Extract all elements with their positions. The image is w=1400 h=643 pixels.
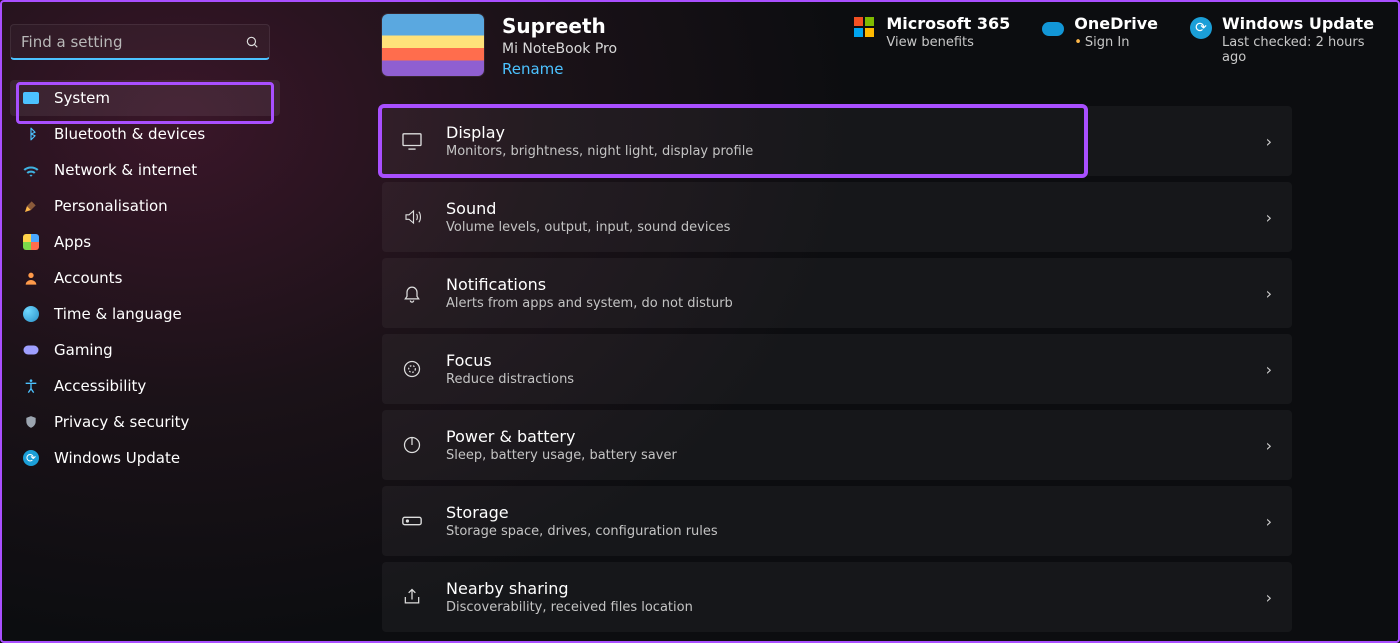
rename-link[interactable]: Rename	[502, 60, 617, 78]
share-icon	[400, 587, 424, 607]
microsoft-365-card[interactable]: Microsoft 365 View benefits	[854, 14, 1024, 78]
row-sub: Sleep, battery usage, battery saver	[446, 448, 677, 463]
sound-icon	[400, 208, 424, 226]
chevron-right-icon: ›	[1266, 132, 1272, 151]
nav-network-internet[interactable]: Network & internet	[10, 152, 280, 188]
card-title: Microsoft 365	[886, 14, 1010, 33]
network-icon	[22, 161, 40, 179]
chevron-right-icon: ›	[1266, 208, 1272, 227]
row-title: Sound	[446, 199, 730, 218]
row-title: Nearby sharing	[446, 579, 693, 598]
nav-time-language[interactable]: Time & language	[10, 296, 280, 332]
row-sub: Reduce distractions	[446, 372, 574, 387]
focus-icon	[400, 359, 424, 379]
nav-label: Gaming	[54, 341, 113, 359]
accessibility-icon	[22, 377, 40, 395]
nav-label: Accounts	[54, 269, 122, 287]
sidebar: System Bluetooth & devices Network & int…	[10, 24, 280, 476]
chevron-right-icon: ›	[1266, 588, 1272, 607]
chevron-right-icon: ›	[1266, 512, 1272, 531]
row-title: Focus	[446, 351, 574, 370]
device-model: Mi NoteBook Pro	[502, 41, 617, 57]
nav-label: Windows Update	[54, 449, 180, 467]
row-sub: Discoverability, received files location	[446, 600, 693, 615]
time-language-icon	[22, 305, 40, 323]
nav-system[interactable]: System	[10, 80, 280, 116]
personalisation-icon	[22, 197, 40, 215]
nav-label: System	[54, 89, 110, 107]
nav-label: Personalisation	[54, 197, 168, 215]
accounts-icon	[22, 269, 40, 287]
card-sub: •Sign In	[1074, 35, 1158, 50]
nav-accounts[interactable]: Accounts	[10, 260, 280, 296]
nav-label: Time & language	[54, 305, 182, 323]
onedrive-icon	[1042, 17, 1064, 39]
power-icon	[400, 435, 424, 455]
display-icon	[400, 132, 424, 150]
search-box[interactable]	[10, 24, 270, 60]
card-sub: Last checked: 2 hours ago	[1222, 35, 1372, 65]
system-settings-list: Display Monitors, brightness, night light…	[382, 106, 1292, 632]
nav-gaming[interactable]: Gaming	[10, 332, 280, 368]
chevron-right-icon: ›	[1266, 360, 1272, 379]
windows-update-card[interactable]: ⟳ Windows Update Last checked: 2 hours a…	[1190, 14, 1386, 78]
nav-list: System Bluetooth & devices Network & int…	[10, 80, 280, 476]
nav-windows-update[interactable]: ⟳ Windows Update	[10, 440, 280, 476]
device-info: Supreeth Mi NoteBook Pro Rename	[502, 14, 617, 78]
device-thumbnail	[382, 14, 484, 76]
privacy-icon	[22, 413, 40, 431]
gaming-icon	[22, 341, 40, 359]
search-input[interactable]	[21, 33, 241, 51]
row-sub: Volume levels, output, input, sound devi…	[446, 220, 730, 235]
nav-label: Privacy & security	[54, 413, 189, 431]
row-display[interactable]: Display Monitors, brightness, night light…	[382, 106, 1292, 176]
nav-apps[interactable]: Apps	[10, 224, 280, 260]
nav-privacy-security[interactable]: Privacy & security	[10, 404, 280, 440]
row-sound[interactable]: Sound Volume levels, output, input, sound…	[382, 182, 1292, 252]
row-sub: Storage space, drives, configuration rul…	[446, 524, 718, 539]
nav-label: Bluetooth & devices	[54, 125, 205, 143]
row-title: Storage	[446, 503, 718, 522]
nav-label: Network & internet	[54, 161, 197, 179]
card-sub: View benefits	[886, 35, 1010, 50]
nav-accessibility[interactable]: Accessibility	[10, 368, 280, 404]
row-power-battery[interactable]: Power & battery Sleep, battery usage, bat…	[382, 410, 1292, 480]
row-sub: Monitors, brightness, night light, displ…	[446, 144, 753, 159]
notifications-icon	[400, 283, 424, 303]
windows-update-status-icon: ⟳	[1190, 17, 1212, 39]
chevron-right-icon: ›	[1266, 436, 1272, 455]
chevron-right-icon: ›	[1266, 284, 1272, 303]
windows-update-icon: ⟳	[22, 449, 40, 467]
storage-icon	[400, 514, 424, 528]
card-title: Windows Update	[1222, 14, 1372, 33]
row-title: Power & battery	[446, 427, 677, 446]
onedrive-card[interactable]: OneDrive •Sign In	[1042, 14, 1172, 78]
nav-personalisation[interactable]: Personalisation	[10, 188, 280, 224]
row-title: Notifications	[446, 275, 733, 294]
ms365-icon	[854, 17, 876, 39]
row-sub: Alerts from apps and system, do not dist…	[446, 296, 733, 311]
row-title: Display	[446, 123, 753, 142]
header: Supreeth Mi NoteBook Pro Rename Microsof…	[382, 14, 1386, 78]
row-notifications[interactable]: Notifications Alerts from apps and system…	[382, 258, 1292, 328]
search-icon	[245, 35, 259, 49]
nav-bluetooth-devices[interactable]: Bluetooth & devices	[10, 116, 280, 152]
card-title: OneDrive	[1074, 14, 1158, 33]
nav-label: Accessibility	[54, 377, 146, 395]
row-storage[interactable]: Storage Storage space, drives, configurat…	[382, 486, 1292, 556]
nav-label: Apps	[54, 233, 91, 251]
device-name: Supreeth	[502, 14, 617, 38]
bluetooth-icon	[22, 125, 40, 143]
row-focus[interactable]: Focus Reduce distractions ›	[382, 334, 1292, 404]
apps-icon	[22, 233, 40, 251]
row-nearby-sharing[interactable]: Nearby sharing Discoverability, received …	[382, 562, 1292, 632]
system-icon	[22, 89, 40, 107]
